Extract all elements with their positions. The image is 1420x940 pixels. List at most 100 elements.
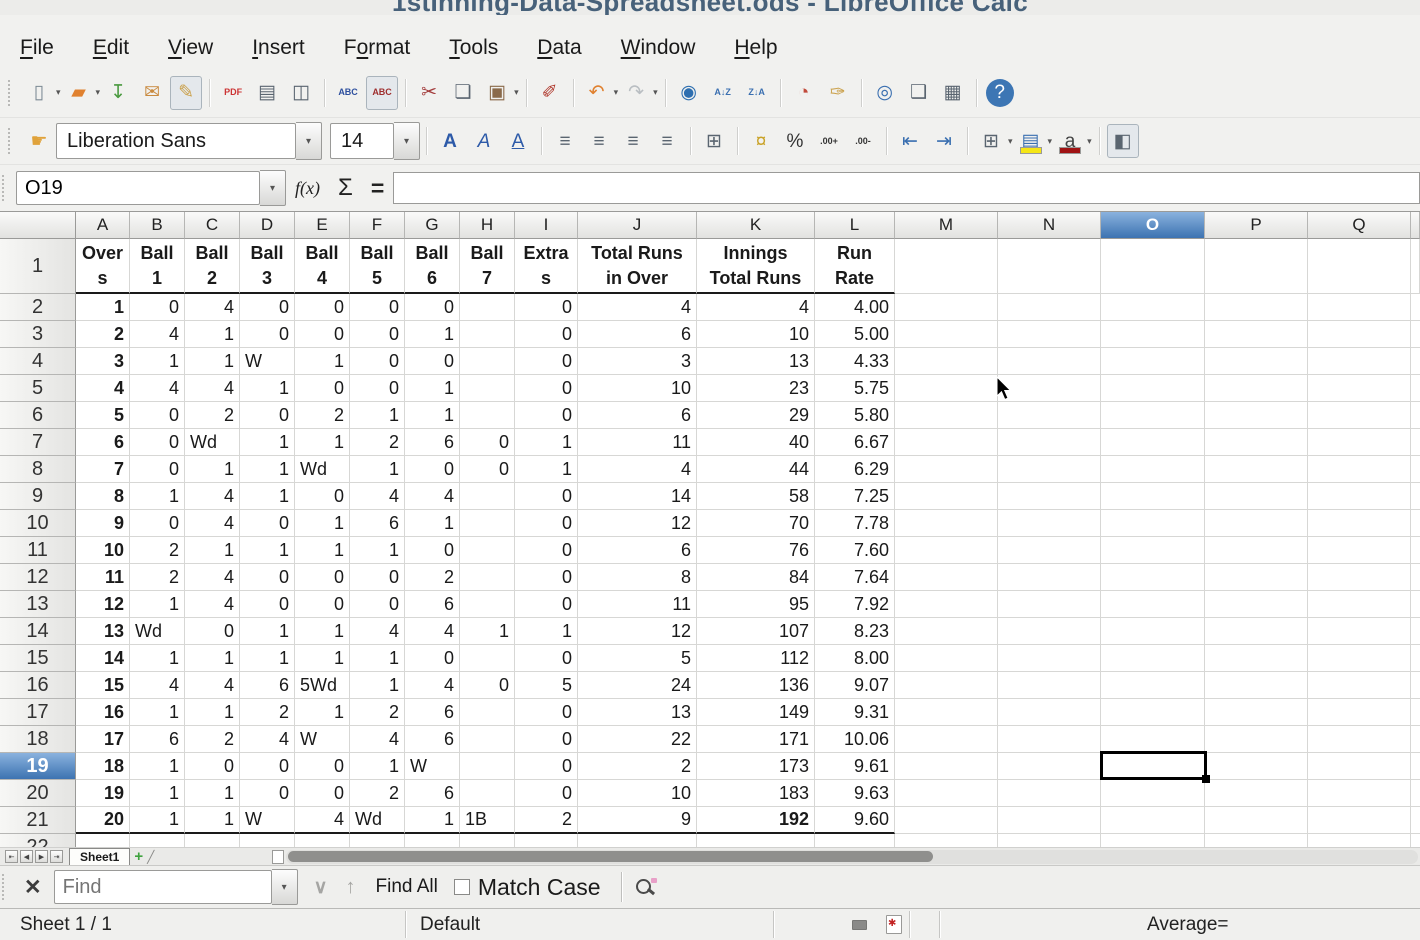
print-button[interactable]: ▤ [251,76,283,110]
cell-M7[interactable] [895,429,998,456]
cell-A9[interactable]: 8 [76,483,130,510]
decrease-indent-button[interactable]: ⇤ [894,124,926,158]
cell-J17[interactable]: 13 [578,699,697,726]
cell-B12[interactable]: 2 [130,564,185,591]
cell-O2[interactable] [1101,294,1205,321]
cell-C3[interactable]: 1 [185,321,240,348]
cell-N17[interactable] [998,699,1101,726]
font-name-dropdown[interactable]: ▾ [296,122,322,160]
cell-K10[interactable]: 70 [697,510,815,537]
cell-H2[interactable] [460,294,515,321]
cell-Q12[interactable] [1308,564,1411,591]
cell-B17[interactable]: 1 [130,699,185,726]
cell-L18[interactable]: 10.06 [815,726,895,753]
cell-H11[interactable] [460,537,515,564]
cell-B7[interactable]: 0 [130,429,185,456]
cell-P14[interactable] [1205,618,1308,645]
cell-A4[interactable]: 3 [76,348,130,375]
cell-N10[interactable] [998,510,1101,537]
cell-L8[interactable]: 6.29 [815,456,895,483]
cell-O21[interactable] [1101,807,1205,834]
cell-A13[interactable]: 12 [76,591,130,618]
cell-K9[interactable]: 58 [697,483,815,510]
cell-J5[interactable]: 10 [578,375,697,402]
cell-N12[interactable] [998,564,1101,591]
add-sheet-button[interactable]: + [134,849,143,864]
cell-O18[interactable] [1101,726,1205,753]
cell-O20[interactable] [1101,780,1205,807]
cell-I10[interactable]: 0 [515,510,578,537]
find-all-button[interactable]: Find All [376,876,438,898]
header-cell-N1[interactable] [998,239,1101,294]
help-button[interactable]: ? [986,79,1014,107]
find-and-replace-icon[interactable] [634,875,658,899]
cell-L14[interactable]: 8.23 [815,618,895,645]
row-header-6[interactable]: 6 [0,402,76,429]
cell-A17[interactable]: 16 [76,699,130,726]
cell-P15[interactable] [1205,645,1308,672]
cell-E21[interactable]: 4 [295,807,350,834]
cell-L16[interactable]: 9.07 [815,672,895,699]
cell-E7[interactable]: 1 [295,429,350,456]
cell-K20[interactable]: 183 [697,780,815,807]
cell-J12[interactable]: 8 [578,564,697,591]
cut-button[interactable]: ✂ [413,76,445,110]
cell-G16[interactable]: 4 [405,672,460,699]
cell-M20[interactable] [895,780,998,807]
cell-L9[interactable]: 7.25 [815,483,895,510]
row-header-11[interactable]: 11 [0,537,76,564]
insert-mode-indicator[interactable] [852,909,867,940]
cell-E19[interactable]: 0 [295,753,350,780]
column-header-I[interactable]: I [515,212,578,239]
show-draw-functions-button[interactable]: ✑ [822,76,854,110]
cell-Q3[interactable] [1308,321,1411,348]
cell-H3[interactable] [460,321,515,348]
underline-button[interactable]: A [502,124,534,158]
cell-E12[interactable]: 0 [295,564,350,591]
cell-N6[interactable] [998,402,1101,429]
edit-mode-button[interactable]: ✎ [170,76,202,110]
header-cell-O1[interactable] [1101,239,1205,294]
column-header-E[interactable]: E [295,212,350,239]
cell-A16[interactable]: 15 [76,672,130,699]
cell-H14[interactable]: 1 [460,618,515,645]
cell-J3[interactable]: 6 [578,321,697,348]
cell-H19[interactable] [460,753,515,780]
cell-I13[interactable]: 0 [515,591,578,618]
cell-B6[interactable]: 0 [130,402,185,429]
cell-L20[interactable]: 9.63 [815,780,895,807]
redo-button[interactable]: ↷ [620,76,652,110]
cell-D3[interactable]: 0 [240,321,295,348]
cell-C15[interactable]: 1 [185,645,240,672]
cell-G21[interactable]: 1 [405,807,460,834]
cell-C4[interactable]: 1 [185,348,240,375]
cell-E6[interactable]: 2 [295,402,350,429]
row-header-13[interactable]: 13 [0,591,76,618]
cell-B8[interactable]: 0 [130,456,185,483]
cell-N5[interactable] [998,375,1101,402]
column-header-L[interactable]: L [815,212,895,239]
header-cell-I1[interactable]: Extra s [515,239,578,294]
header-cell-F1[interactable]: Ball 5 [350,239,405,294]
cell-L7[interactable]: 6.67 [815,429,895,456]
cell-G8[interactable]: 0 [405,456,460,483]
selection-fill-handle[interactable] [1202,775,1210,783]
cell-H13[interactable] [460,591,515,618]
cell-E9[interactable]: 0 [295,483,350,510]
cell-O15[interactable] [1101,645,1205,672]
cell-M10[interactable] [895,510,998,537]
gallery-button[interactable]: ❑ [903,76,935,110]
previous-sheet-button[interactable]: ◀ [20,850,33,863]
header-cell-L1[interactable]: Run Rate [815,239,895,294]
freeze-panes-button[interactable]: ◧ [1107,124,1139,158]
cell-H16[interactable]: 0 [460,672,515,699]
cell-G7[interactable]: 6 [405,429,460,456]
cell-A14[interactable]: 13 [76,618,130,645]
cell-M17[interactable] [895,699,998,726]
cell-B9[interactable]: 1 [130,483,185,510]
borders-button[interactable]: ⊞ [975,124,1007,158]
cell-Q14[interactable] [1308,618,1411,645]
font-color-button-dropdown[interactable]: ▾ [1087,136,1092,147]
column-header-P[interactable]: P [1205,212,1308,239]
menu-help[interactable]: Help [734,36,777,60]
